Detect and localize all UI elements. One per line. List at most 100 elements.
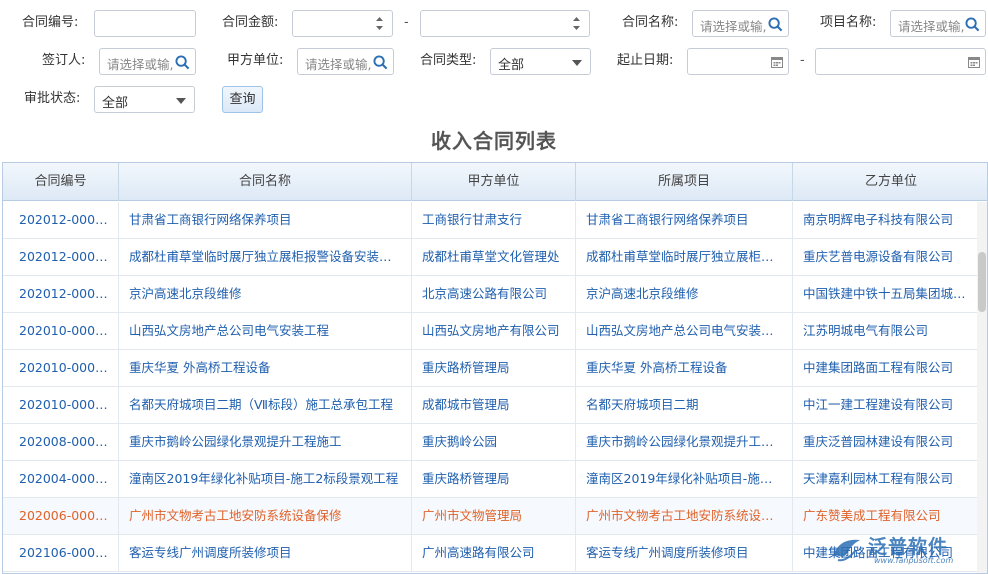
header-contract-name[interactable]: 合同名称: [119, 163, 412, 201]
cell-party-a[interactable]: 重庆路桥管理局: [412, 461, 576, 497]
cell-party-a[interactable]: 工商银行甘肃支行: [412, 202, 576, 238]
party-a-placeholder: 请选择或输,: [305, 57, 372, 72]
contract-table: 合同编号 合同名称 甲方单位 所属项目 乙方单位 202012-00004 甘肃省…: [2, 162, 988, 574]
cell-party-b[interactable]: 中建集团路面工程有限公司: [793, 350, 979, 386]
cell-contract-name[interactable]: 山西弘文房地产总公司电气安装工程: [119, 313, 412, 349]
cell-party-a[interactable]: 重庆鹅岭公园: [412, 424, 576, 460]
cell-party-b[interactable]: 江苏明城电气有限公司: [793, 313, 979, 349]
cell-project[interactable]: 客运专线广州调度所装修项目: [576, 535, 793, 571]
table-row[interactable]: 202012-00004 甘肃省工商银行网络保养项目 工商银行甘肃支行 甘肃省工商银行…: [3, 202, 979, 239]
table-row[interactable]: 202006-00005 广州市文物考古工地安防系统设备保修 广州市文物管理局 广州市…: [3, 498, 979, 535]
search-icon[interactable]: [373, 55, 388, 70]
date-range-label: 起止日期:: [617, 53, 674, 68]
spinner-icon[interactable]: [375, 14, 384, 33]
cell-project[interactable]: 名都天府城项目二期: [576, 387, 793, 423]
cell-contract-name[interactable]: 广州市文物考古工地安防系统设备保修: [119, 498, 412, 534]
header-party-a[interactable]: 甲方单位: [412, 163, 576, 201]
cell-project[interactable]: 山西弘文房地产总公司电气安装工程: [576, 313, 793, 349]
cell-party-a[interactable]: 广州市文物管理局: [412, 498, 576, 534]
cell-project[interactable]: 重庆华夏 外高桥工程设备: [576, 350, 793, 386]
cell-party-a[interactable]: 广州高速路有限公司: [412, 535, 576, 571]
cell-contract-name[interactable]: 重庆华夏 外高桥工程设备: [119, 350, 412, 386]
cell-project[interactable]: 成都杜甫草堂临时展厅独立展柜报警设备: [576, 239, 793, 275]
header-project[interactable]: 所属项目: [576, 163, 793, 201]
cell-party-b[interactable]: 中国铁建中铁十五局集团城建公司: [793, 276, 979, 312]
query-button[interactable]: 查询: [222, 86, 263, 113]
date-to-input[interactable]: [815, 48, 986, 75]
cell-contract-no[interactable]: 202006-00005: [3, 498, 119, 534]
cell-party-a[interactable]: 北京高速公路有限公司: [412, 276, 576, 312]
calendar-icon[interactable]: [771, 56, 783, 68]
cell-party-b[interactable]: 广东赞美成工程有限公司: [793, 498, 979, 534]
cell-project[interactable]: 广州市文物考古工地安防系统设备保修: [576, 498, 793, 534]
brand-name: 泛普软件: [868, 536, 949, 558]
contract-no-input[interactable]: [94, 10, 196, 37]
cell-contract-no[interactable]: 202010-00006: [3, 313, 119, 349]
cell-project[interactable]: 潼南区2019年绿化补贴项目-施工2标段: [576, 461, 793, 497]
cell-party-b[interactable]: 重庆艺普电源设备有限公司: [793, 239, 979, 275]
cell-contract-name[interactable]: 甘肃省工商银行网络保养项目: [119, 202, 412, 238]
cell-contract-no[interactable]: 202008-00003: [3, 424, 119, 460]
header-contract-no[interactable]: 合同编号: [3, 163, 119, 201]
cell-contract-name[interactable]: 成都杜甫草堂临时展厅独立展柜报警设备安装工程: [119, 239, 412, 275]
party-a-input[interactable]: 请选择或输,: [297, 48, 394, 75]
table-row[interactable]: 202012-00002 成都杜甫草堂临时展厅独立展柜报警设备安装工程 成都杜甫草堂…: [3, 239, 979, 276]
signer-input[interactable]: 请选择或输,: [99, 48, 196, 75]
vertical-scrollbar[interactable]: [977, 202, 987, 573]
cell-contract-name[interactable]: 客运专线广州调度所装修项目: [119, 535, 412, 571]
table-header: 合同编号 合同名称 甲方单位 所属项目 乙方单位: [3, 163, 987, 201]
cell-contract-name[interactable]: 名都天府城项目二期（Ⅶ标段）施工总承包工程: [119, 387, 412, 423]
contract-amount-to-input[interactable]: [420, 10, 590, 37]
contract-type-value: 全部: [498, 58, 525, 73]
cell-project[interactable]: 重庆市鹅岭公园绿化景观提升工程施工: [576, 424, 793, 460]
contract-type-select[interactable]: 全部: [490, 48, 591, 75]
cell-party-b[interactable]: 中江一建工程建设有限公司: [793, 387, 979, 423]
table-row[interactable]: 202010-00003 重庆华夏 外高桥工程设备 重庆路桥管理局 重庆华夏 外高桥工…: [3, 350, 979, 387]
brand-watermark: 泛普软件 www.fanpusoft.com: [830, 532, 980, 566]
cell-party-a[interactable]: 重庆路桥管理局: [412, 350, 576, 386]
chevron-down-icon[interactable]: [176, 98, 186, 104]
cell-contract-name[interactable]: 京沪高速北京段维修: [119, 276, 412, 312]
signer-placeholder: 请选择或输,: [107, 57, 174, 72]
amount-range-separator: -: [404, 15, 409, 30]
calendar-icon[interactable]: [968, 56, 980, 68]
cell-contract-no[interactable]: 202012-00004: [3, 202, 119, 238]
cell-contract-no[interactable]: 202004-00003: [3, 461, 119, 497]
cell-project[interactable]: 京沪高速北京段维修: [576, 276, 793, 312]
approval-status-select[interactable]: 全部: [94, 86, 195, 113]
contract-type-label: 合同类型:: [420, 53, 477, 68]
cell-party-b[interactable]: 重庆泛普园林建设有限公司: [793, 424, 979, 460]
contract-amount-from-input[interactable]: [292, 10, 393, 37]
scrollbar-thumb[interactable]: [978, 252, 986, 312]
date-from-input[interactable]: [687, 48, 789, 75]
cell-contract-no[interactable]: 202012-00001: [3, 276, 119, 312]
search-icon[interactable]: [175, 55, 190, 70]
spinner-icon[interactable]: [572, 14, 581, 33]
table-row[interactable]: 202004-00003 潼南区2019年绿化补贴项目-施工2标段景观工程 重庆路桥…: [3, 461, 979, 498]
contract-name-input[interactable]: 请选择或输,: [692, 10, 789, 37]
chevron-down-icon[interactable]: [572, 60, 582, 66]
contract-name-label: 合同名称:: [622, 15, 679, 30]
project-name-input[interactable]: 请选择或输,: [890, 10, 986, 37]
cell-contract-no[interactable]: 202012-00002: [3, 239, 119, 275]
party-a-label: 甲方单位:: [227, 53, 284, 68]
table-row[interactable]: 202010-00006 山西弘文房地产总公司电气安装工程 山西弘文房地产有限公司山…: [3, 313, 979, 350]
cell-project[interactable]: 甘肃省工商银行网络保养项目: [576, 202, 793, 238]
cell-contract-name[interactable]: 潼南区2019年绿化补贴项目-施工2标段景观工程: [119, 461, 412, 497]
cell-party-a[interactable]: 山西弘文房地产有限公司: [412, 313, 576, 349]
cell-party-b[interactable]: 天津嘉利园林工程有限公司: [793, 461, 979, 497]
table-row[interactable]: 202010-00001 名都天府城项目二期（Ⅶ标段）施工总承包工程 成都城市管理局…: [3, 387, 979, 424]
cell-contract-no[interactable]: 202010-00003: [3, 350, 119, 386]
search-icon[interactable]: [768, 17, 783, 32]
cell-contract-name[interactable]: 重庆市鹅岭公园绿化景观提升工程施工: [119, 424, 412, 460]
header-party-b[interactable]: 乙方单位: [793, 163, 987, 201]
search-icon[interactable]: [965, 17, 980, 32]
cell-party-b[interactable]: 南京明辉电子科技有限公司: [793, 202, 979, 238]
table-row[interactable]: 202008-00003 重庆市鹅岭公园绿化景观提升工程施工 重庆鹅岭公园 重庆市鹅岭…: [3, 424, 979, 461]
cell-contract-no[interactable]: 202106-00001: [3, 535, 119, 571]
cell-party-a[interactable]: 成都杜甫草堂文化管理处: [412, 239, 576, 275]
cell-contract-no[interactable]: 202010-00001: [3, 387, 119, 423]
project-name-placeholder: 请选择或输,: [898, 19, 965, 34]
table-row[interactable]: 202012-00001 京沪高速北京段维修 北京高速公路有限公司 京沪高速北京段维修…: [3, 276, 979, 313]
cell-party-a[interactable]: 成都城市管理局: [412, 387, 576, 423]
